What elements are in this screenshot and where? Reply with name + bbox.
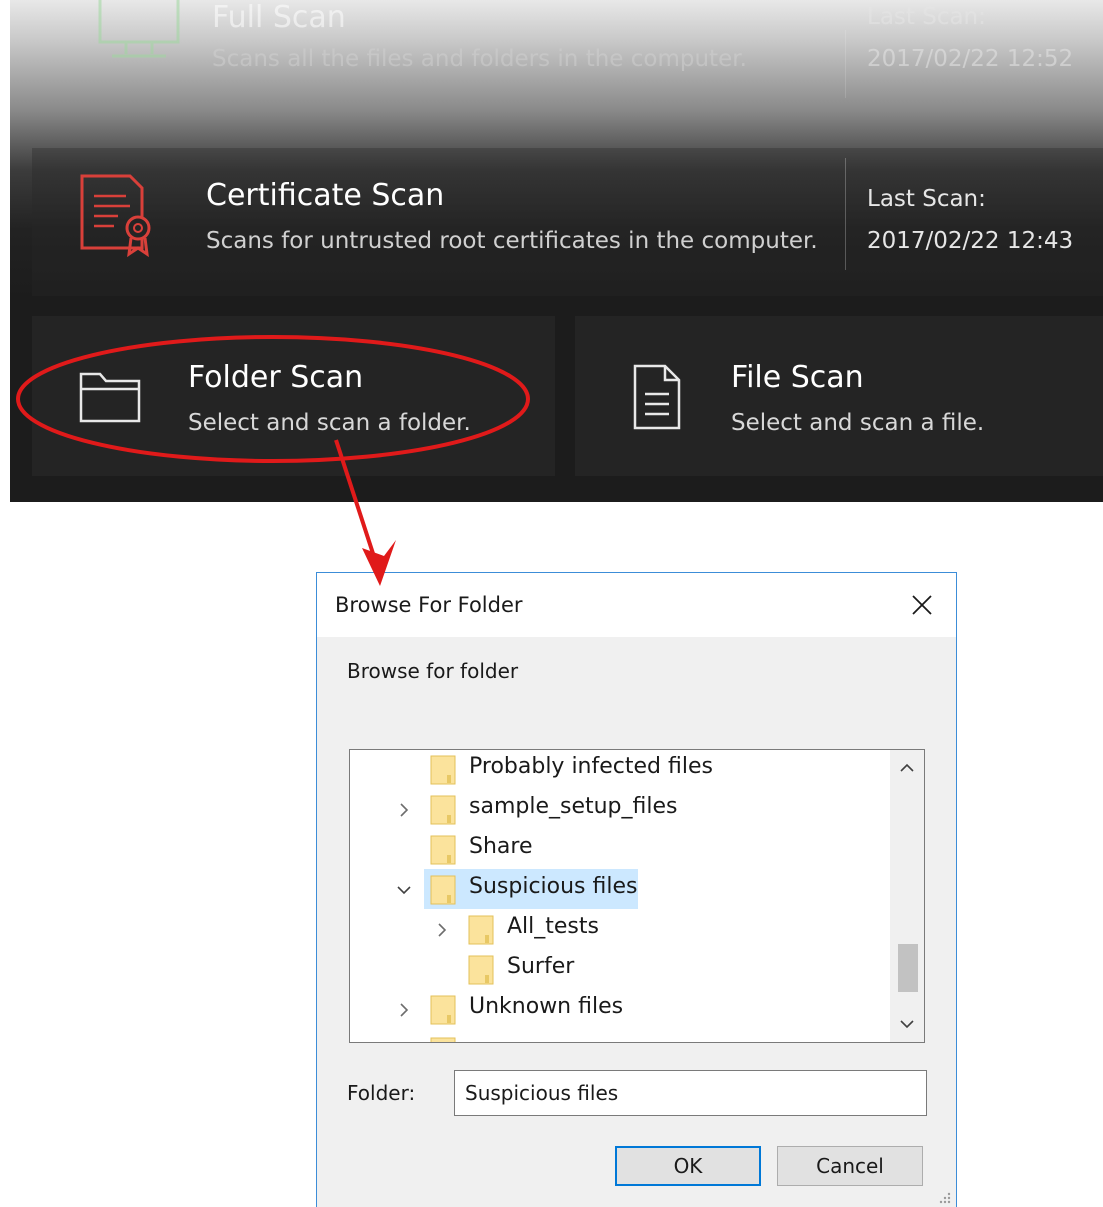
full-scan-last-date: 2017/02/22 12:52 (867, 46, 1074, 72)
scroll-up-button[interactable] (890, 750, 924, 786)
tree-item[interactable]: All_tests (350, 910, 890, 950)
full-scan-option[interactable]: Full Scan Scans all the files and folder… (32, 0, 1103, 108)
certificate-scan-last-date: 2017/02/22 12:43 (867, 228, 1074, 254)
dialog-prompt: Browse for folder (347, 659, 519, 683)
close-icon (912, 595, 932, 615)
tree-item-selected[interactable]: Suspicious files (350, 870, 890, 910)
scroll-thumb[interactable] (898, 944, 918, 992)
row-divider (845, 158, 846, 270)
tree-item-label: sample_setup_files (469, 794, 678, 819)
chevron-right-icon[interactable] (394, 1000, 414, 1020)
ok-button[interactable]: OK (615, 1146, 761, 1186)
dialog-titlebar[interactable]: Browse For Folder (317, 573, 956, 637)
folder-tree[interactable]: Probably infected files sample_setup_fil… (349, 749, 925, 1043)
folder-scan-description: Select and scan a folder. (188, 410, 471, 436)
tree-item[interactable]: sample_setup_files (350, 790, 890, 830)
file-icon (633, 364, 681, 430)
folder-scan-tile[interactable]: Folder Scan Select and scan a folder. (32, 316, 555, 476)
row-divider (845, 30, 846, 98)
tree-item-label: Share (469, 834, 533, 859)
file-scan-title: File Scan (731, 360, 864, 395)
folder-path-input[interactable] (454, 1070, 927, 1116)
chevron-down-icon[interactable] (394, 880, 414, 900)
file-scan-description: Select and scan a file. (731, 410, 985, 436)
tree-item-label: Surfer (507, 954, 575, 979)
full-scan-last-label: Last Scan: (867, 4, 986, 30)
certificate-scan-last-label: Last Scan: (867, 186, 986, 212)
tree-item-label: All_tests (507, 914, 599, 939)
folder-icon (430, 835, 456, 865)
tree-item-label: Probably infected files (469, 754, 713, 779)
browse-for-folder-dialog: Browse For Folder Browse for folder Prob… (316, 572, 957, 1207)
scan-options-panel: Full Scan Scans all the files and folder… (10, 0, 1103, 502)
scroll-down-button[interactable] (890, 1006, 924, 1042)
monitor-icon (98, 0, 180, 58)
tree-item-label: Suspicious files (469, 874, 638, 899)
chevron-down-icon (900, 1020, 914, 1029)
certificate-icon (80, 174, 151, 258)
certificate-scan-description: Scans for untrusted root certificates in… (206, 228, 818, 254)
folder-icon (430, 1037, 456, 1042)
full-scan-description: Scans all the files and folders in the c… (212, 46, 747, 72)
certificate-scan-title: Certificate Scan (206, 178, 445, 213)
full-scan-title: Full Scan (212, 0, 346, 35)
folder-scan-title: Folder Scan (188, 360, 364, 395)
file-scan-tile[interactable]: File Scan Select and scan a file. (575, 316, 1103, 476)
tree-item[interactable]: Share (350, 830, 890, 870)
folder-icon (468, 955, 494, 985)
tree-item-label: Unknown files (469, 994, 624, 1019)
tree-item[interactable]: Surfer (350, 950, 890, 990)
resize-grip-icon[interactable] (938, 1191, 952, 1205)
vertical-scrollbar[interactable] (890, 750, 924, 1042)
chevron-right-icon[interactable] (394, 800, 414, 820)
cancel-button[interactable]: Cancel (777, 1146, 923, 1186)
folder-icon (430, 995, 456, 1025)
close-button[interactable] (902, 587, 942, 623)
folder-icon (430, 875, 456, 905)
tree-item[interactable]: Probably infected files (350, 750, 890, 790)
folder-icon (468, 915, 494, 945)
chevron-right-icon[interactable] (432, 920, 452, 940)
chevron-up-icon (900, 763, 914, 772)
folder-icon (430, 795, 456, 825)
certificate-scan-option[interactable]: Certificate Scan Scans for untrusted roo… (32, 148, 1103, 296)
folder-field-label: Folder: (347, 1081, 416, 1105)
folder-icon (430, 755, 456, 785)
tree-item-partial[interactable] (350, 1032, 890, 1042)
dialog-title: Browse For Folder (335, 593, 523, 617)
folder-icon (79, 372, 141, 423)
tree-item[interactable]: Unknown files (350, 990, 890, 1030)
